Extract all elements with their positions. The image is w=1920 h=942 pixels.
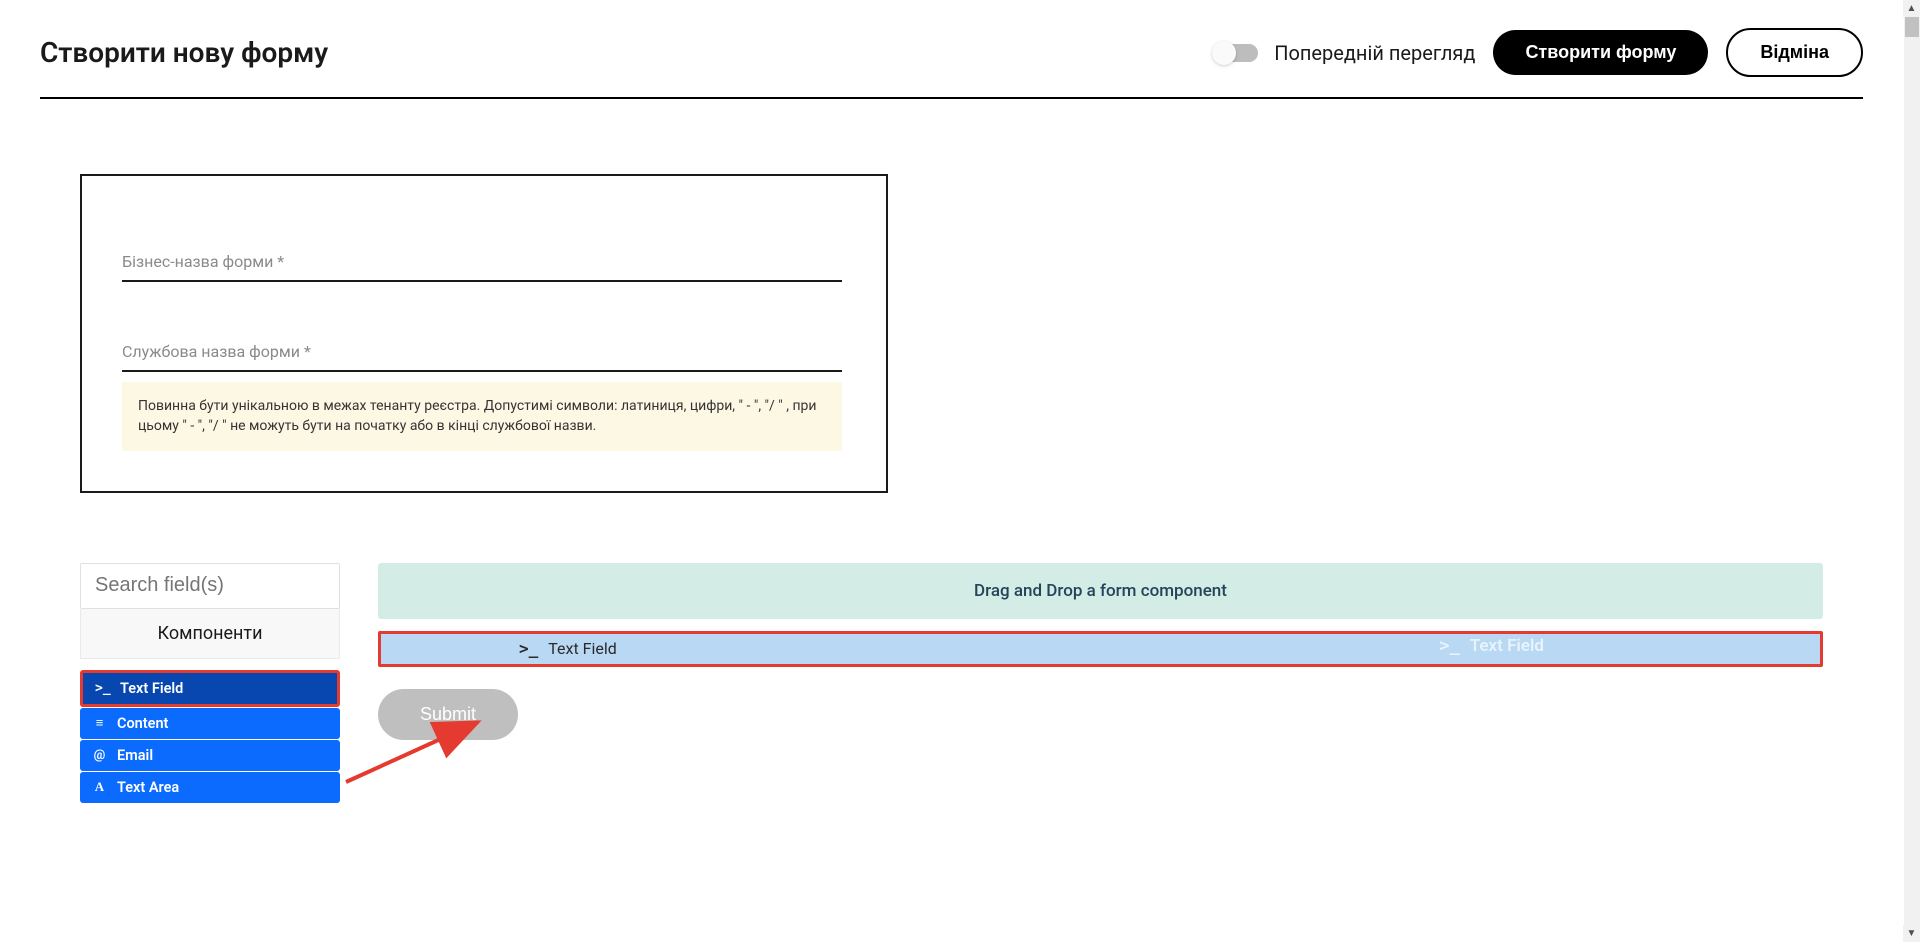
component-label: Text Area: [117, 779, 179, 796]
component-label: Text Field: [120, 680, 183, 697]
components-sidebar: Компоненти >_ Text Field ≡ Content @ Ema…: [80, 563, 340, 803]
font-icon: A: [92, 779, 107, 795]
service-name-input[interactable]: [122, 336, 842, 372]
header-bar: Створити нову форму Попередній перегляд …: [40, 28, 1863, 99]
terminal-icon: >_: [95, 681, 110, 696]
drop-zone[interactable]: Drag and Drop a form component: [378, 563, 1823, 619]
dragging-component-ghost[interactable]: >_ Text Field >_ Text Field: [378, 631, 1823, 667]
components-group-header[interactable]: Компоненти: [80, 609, 340, 659]
toggle-switch[interactable]: [1214, 44, 1258, 62]
component-email[interactable]: @ Email: [80, 740, 340, 771]
component-label: Content: [117, 715, 168, 732]
preview-toggle[interactable]: Попередній перегляд: [1214, 41, 1475, 65]
form-builder: Компоненти >_ Text Field ≡ Content @ Ema…: [40, 563, 1863, 803]
header-actions: Попередній перегляд Створити форму Відмі…: [1214, 28, 1863, 77]
create-form-button[interactable]: Створити форму: [1493, 30, 1708, 75]
terminal-icon: >_: [1439, 636, 1459, 656]
business-name-input[interactable]: [122, 246, 842, 282]
scrollbar-track[interactable]: [1904, 0, 1920, 942]
terminal-icon: >_: [519, 639, 538, 658]
form-canvas[interactable]: Drag and Drop a form component >_ Text F…: [378, 563, 1823, 740]
toggle-knob: [1212, 41, 1236, 65]
cancel-button[interactable]: Відміна: [1726, 28, 1863, 77]
service-name-field-group: Службова назва форми * Повинна бути унік…: [122, 336, 846, 451]
component-text-area[interactable]: A Text Area: [80, 772, 340, 803]
page-title: Створити нову форму: [40, 36, 328, 69]
scrollbar-arrow-down[interactable]: ▼: [1903, 925, 1920, 942]
component-label: Email: [117, 747, 153, 764]
service-name-helper: Повинна бути унікальною в межах тенанту …: [122, 382, 842, 451]
component-text-field[interactable]: >_ Text Field: [80, 670, 340, 707]
form-meta-panel: Бізнес-назва форми * Службова назва форм…: [80, 174, 888, 493]
business-name-field-group: Бізнес-назва форми *: [122, 246, 846, 282]
component-content[interactable]: ≡ Content: [80, 708, 340, 739]
content-icon: ≡: [92, 715, 107, 731]
ghost-label: Text Field: [548, 639, 617, 658]
preview-toggle-label: Попередній перегляд: [1274, 41, 1475, 65]
submit-button[interactable]: Submit: [378, 689, 518, 740]
ghost-overlay-label: Text Field: [1470, 636, 1544, 656]
scrollbar-thumb[interactable]: [1905, 17, 1919, 37]
search-components-input[interactable]: [80, 563, 340, 609]
at-icon: @: [92, 748, 107, 763]
scrollbar-arrow-up[interactable]: ▲: [1903, 0, 1920, 17]
